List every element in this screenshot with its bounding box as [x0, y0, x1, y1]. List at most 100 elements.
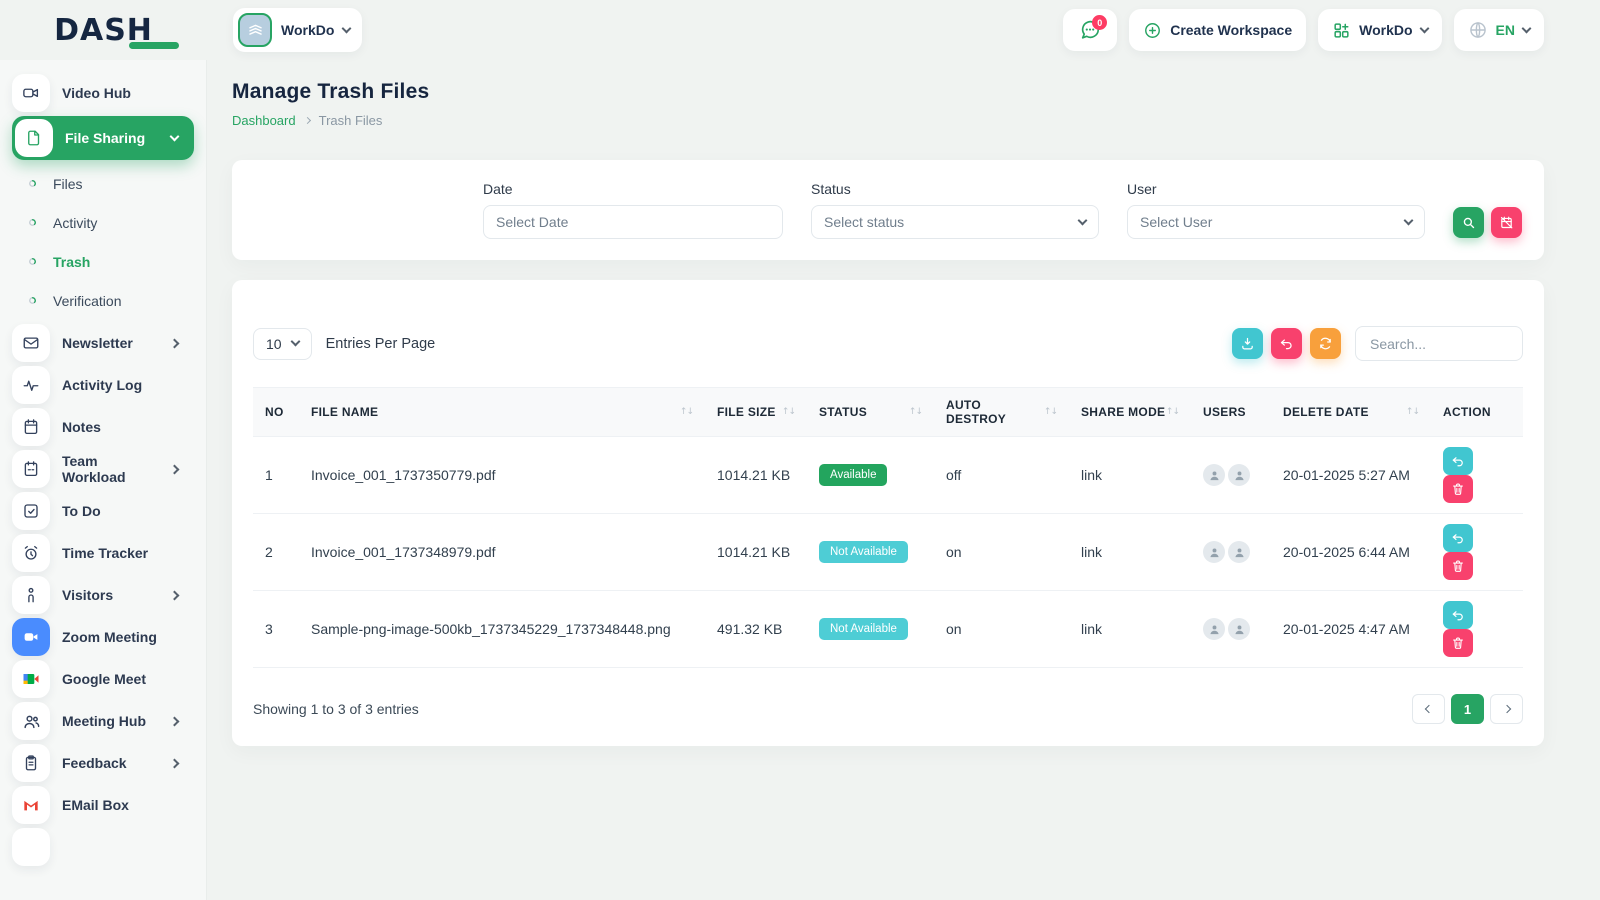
- table-row: 3Sample-png-image-500kb_1737345229_17373…: [253, 591, 1523, 668]
- chevron-down-icon: [1404, 215, 1414, 225]
- users-cell: [1191, 514, 1271, 591]
- sidebar-item-label: Notes: [62, 419, 101, 435]
- blank-icon: [12, 828, 50, 866]
- language-label: EN: [1496, 22, 1515, 38]
- bulk-restore-button[interactable]: [1271, 328, 1302, 359]
- table-actions: [1232, 326, 1523, 361]
- column-header-file-size[interactable]: FILE SIZE↑↓: [705, 388, 807, 437]
- table-search-input[interactable]: [1355, 326, 1523, 361]
- sort-icon: ↑↓: [1166, 407, 1179, 417]
- file-icon: [15, 119, 53, 157]
- sidebar-item-activity[interactable]: Activity: [12, 203, 194, 242]
- restore-file-button[interactable]: [1443, 601, 1473, 629]
- sidebar-item-notes[interactable]: Notes: [12, 408, 194, 446]
- status-badge: Not Available: [819, 541, 908, 563]
- workspace-switcher[interactable]: WorkDo: [233, 8, 362, 52]
- sidebar-item-feedback[interactable]: Feedback: [12, 744, 194, 782]
- table-toolbar: 10 Entries Per Page: [253, 326, 1523, 361]
- user-avatar[interactable]: [1228, 541, 1250, 563]
- user-filter-select[interactable]: Select User: [1127, 205, 1425, 239]
- notes-icon: [12, 408, 50, 446]
- create-workspace-button[interactable]: Create Workspace: [1129, 9, 1306, 51]
- sidebar-item-zoom-meeting[interactable]: Zoom Meeting: [12, 618, 194, 656]
- date-filter-input[interactable]: [483, 205, 783, 239]
- user-avatar[interactable]: [1203, 464, 1225, 486]
- entries-per-page-select[interactable]: 10: [253, 328, 312, 360]
- sidebar-item-newsletter[interactable]: Newsletter: [12, 324, 194, 362]
- column-header-share-mode[interactable]: SHARE MODE↑↓: [1069, 388, 1191, 437]
- sidebar-item-google-meet[interactable]: Google Meet: [12, 660, 194, 698]
- people-icon: [12, 702, 50, 740]
- auto-destroy: on: [934, 514, 1069, 591]
- trash-icon: [1451, 559, 1465, 573]
- language-selector[interactable]: EN: [1454, 9, 1544, 51]
- sidebar-item-video-hub[interactable]: Video Hub: [12, 74, 194, 112]
- pagination-next-button[interactable]: [1490, 694, 1523, 724]
- delete-file-button[interactable]: [1443, 629, 1473, 657]
- sidebar-item-email-box[interactable]: EMail Box: [12, 786, 194, 824]
- logo-dash-accent: [129, 42, 179, 49]
- download-icon: [1240, 336, 1255, 351]
- column-header-file-name[interactable]: FILE NAME↑↓: [299, 388, 705, 437]
- row-number: 2: [253, 514, 299, 591]
- sidebar-item-activity-log[interactable]: Activity Log: [12, 366, 194, 404]
- breadcrumb: Dashboard Trash Files: [232, 113, 1544, 128]
- chevron-right-icon: [170, 716, 180, 726]
- column-header-delete-date[interactable]: DELETE DATE↑↓: [1271, 388, 1431, 437]
- pagination-prev-button[interactable]: [1412, 694, 1445, 724]
- pagination-page-1[interactable]: 1: [1451, 694, 1484, 724]
- chevron-right-icon: [304, 117, 311, 124]
- delete-file-button[interactable]: [1443, 552, 1473, 580]
- status-filter-value: Select status: [824, 214, 904, 230]
- sidebar-item-to-do[interactable]: To Do: [12, 492, 194, 530]
- delete-date: 20-01-2025 4:47 AM: [1271, 591, 1431, 668]
- filter-reset-button[interactable]: [1491, 207, 1522, 238]
- main-content: Manage Trash Files Dashboard Trash Files…: [232, 60, 1544, 746]
- user-avatar[interactable]: [1228, 464, 1250, 486]
- auto-destroy: on: [934, 591, 1069, 668]
- sidebar-item-verification[interactable]: Verification: [12, 281, 194, 320]
- user-avatar[interactable]: [1228, 618, 1250, 640]
- delete-file-button[interactable]: [1443, 475, 1473, 503]
- sidebar-item-cut-off-item[interactable]: [12, 828, 194, 866]
- sort-icon: ↑↓: [909, 407, 922, 417]
- column-header-status[interactable]: STATUS↑↓: [807, 388, 934, 437]
- sidebar-item-trash[interactable]: Trash: [12, 242, 194, 281]
- sidebar-item-team-workload[interactable]: Team Workload: [12, 450, 194, 488]
- sidebar-item-meeting-hub[interactable]: Meeting Hub: [12, 702, 194, 740]
- sidebar-item-time-tracker[interactable]: Time Tracker: [12, 534, 194, 572]
- filter-search-button[interactable]: [1453, 207, 1484, 238]
- user-avatar[interactable]: [1203, 541, 1225, 563]
- row-number: 1: [253, 437, 299, 514]
- app-logo[interactable]: DASH: [0, 13, 207, 48]
- refresh-icon: [1318, 336, 1333, 351]
- page-title: Manage Trash Files: [232, 80, 1544, 104]
- sidebar-item-visitors[interactable]: Visitors: [12, 576, 194, 614]
- messages-button[interactable]: 0: [1063, 9, 1117, 51]
- sidebar-item-label: Time Tracker: [62, 545, 148, 561]
- sort-icon: ↑↓: [1044, 407, 1057, 417]
- column-header-auto-destroy[interactable]: AUTO DESTROY↑↓: [934, 388, 1069, 437]
- file-size: 1014.21 KB: [705, 514, 807, 591]
- user-avatar[interactable]: [1203, 618, 1225, 640]
- workspace-menu-button[interactable]: WorkDo: [1318, 9, 1441, 51]
- trash-files-table: NOFILE NAME↑↓FILE SIZE↑↓STATUS↑↓AUTO DES…: [253, 387, 1523, 668]
- sidebar-item-files[interactable]: Files: [12, 164, 194, 203]
- action-cell: [1431, 514, 1523, 591]
- user-filter-group: User Select User: [1127, 181, 1425, 239]
- user-filter-value: Select User: [1140, 214, 1212, 230]
- status-filter-select[interactable]: Select status: [811, 205, 1099, 239]
- restore-file-button[interactable]: [1443, 524, 1473, 552]
- status-cell: Not Available: [807, 514, 934, 591]
- sidebar-item-file-sharing[interactable]: File Sharing: [12, 116, 194, 160]
- restore-file-button[interactable]: [1443, 447, 1473, 475]
- bullet-circle-icon: [26, 294, 39, 307]
- sidebar-item-label: Activity Log: [62, 377, 142, 393]
- refresh-button[interactable]: [1310, 328, 1341, 359]
- export-button[interactable]: [1232, 328, 1263, 359]
- sidebar-item-label: File Sharing: [65, 130, 145, 146]
- breadcrumb-dashboard-link[interactable]: Dashboard: [232, 113, 296, 128]
- clipboard-icon: [12, 744, 50, 782]
- chevron-down-icon: [1522, 23, 1532, 33]
- gmeet-icon: [12, 660, 50, 698]
